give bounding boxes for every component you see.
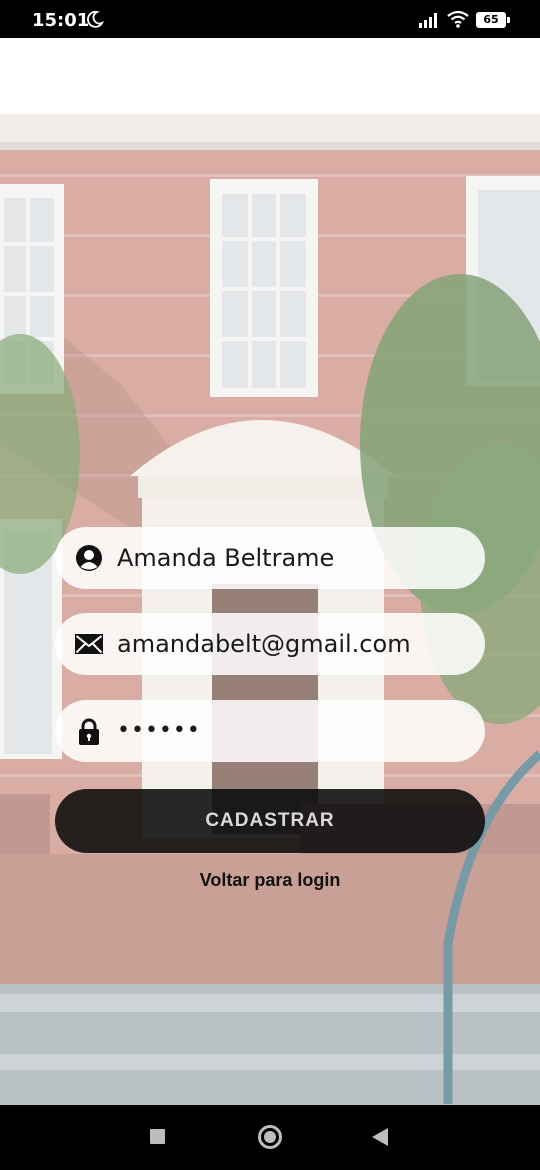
signal-icon xyxy=(419,13,437,28)
name-field[interactable]: Amanda Beltrame xyxy=(55,527,485,589)
email-field[interactable]: amandabelt@gmail.com xyxy=(55,613,485,675)
user-icon xyxy=(76,545,102,571)
email-input[interactable]: amandabelt@gmail.com xyxy=(117,613,411,675)
app-header-blank xyxy=(0,38,540,114)
battery-level: 65 xyxy=(476,12,506,28)
name-input[interactable]: Amanda Beltrame xyxy=(117,527,334,589)
status-time: 15:01 xyxy=(32,10,90,31)
wifi-icon xyxy=(447,10,469,28)
password-field[interactable]: •••••• xyxy=(55,700,485,762)
moon-icon xyxy=(87,10,104,28)
background-image: FACULTY CLUB xyxy=(0,114,540,1105)
register-button[interactable]: CADASTRAR xyxy=(55,789,485,853)
navigation-bar xyxy=(0,1105,540,1170)
battery-icon: 65 xyxy=(476,12,510,28)
home-button[interactable] xyxy=(258,1125,282,1149)
password-input[interactable]: •••••• xyxy=(117,700,201,762)
back-button[interactable] xyxy=(372,1128,388,1146)
status-bar: 15:01 65 xyxy=(0,0,540,38)
recents-button[interactable] xyxy=(150,1129,165,1144)
lock-icon xyxy=(79,718,99,745)
back-to-login-link[interactable]: Voltar para login xyxy=(0,870,540,891)
envelope-icon xyxy=(75,634,103,654)
